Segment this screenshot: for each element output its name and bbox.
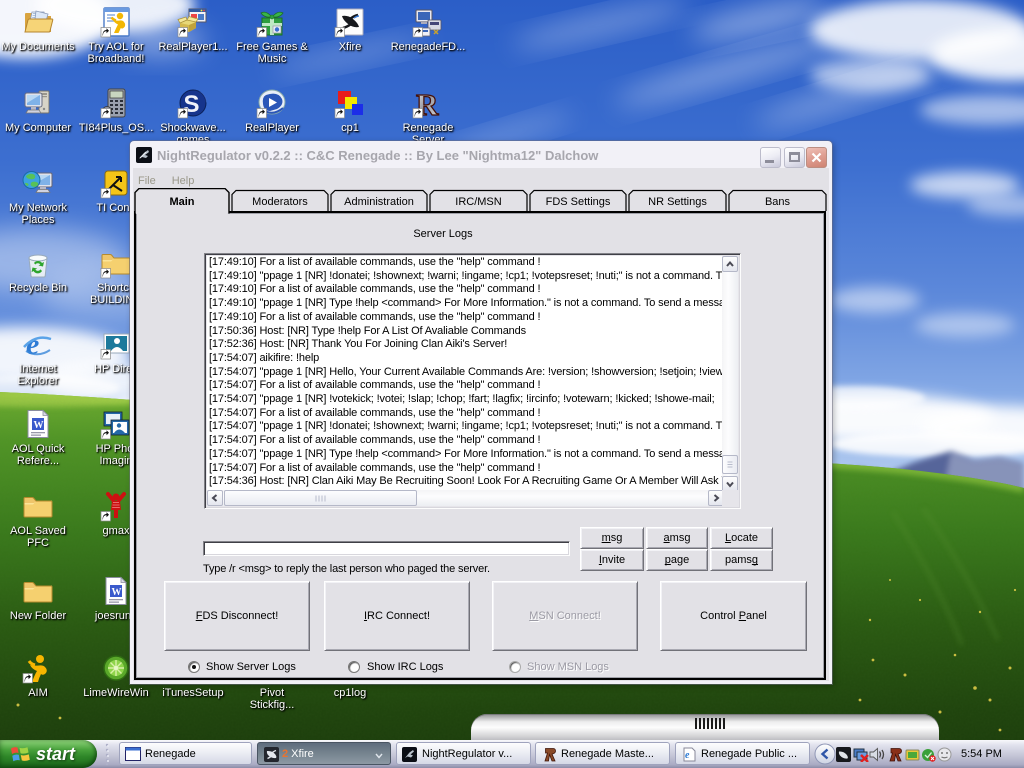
svg-text:FDS Settings: FDS Settings — [546, 196, 611, 208]
svg-text:Bans: Bans — [765, 196, 791, 208]
svg-text:NR Settings: NR Settings — [648, 196, 707, 208]
svg-text:W: W — [112, 587, 122, 598]
svg-text:Main: Main — [169, 196, 194, 208]
svg-text:W: W — [34, 420, 44, 431]
svg-text:Administration: Administration — [344, 196, 414, 208]
svg-text:Moderators: Moderators — [252, 196, 308, 208]
svg-text:e: e — [685, 750, 690, 761]
svg-text:IRC/MSN: IRC/MSN — [455, 196, 502, 208]
